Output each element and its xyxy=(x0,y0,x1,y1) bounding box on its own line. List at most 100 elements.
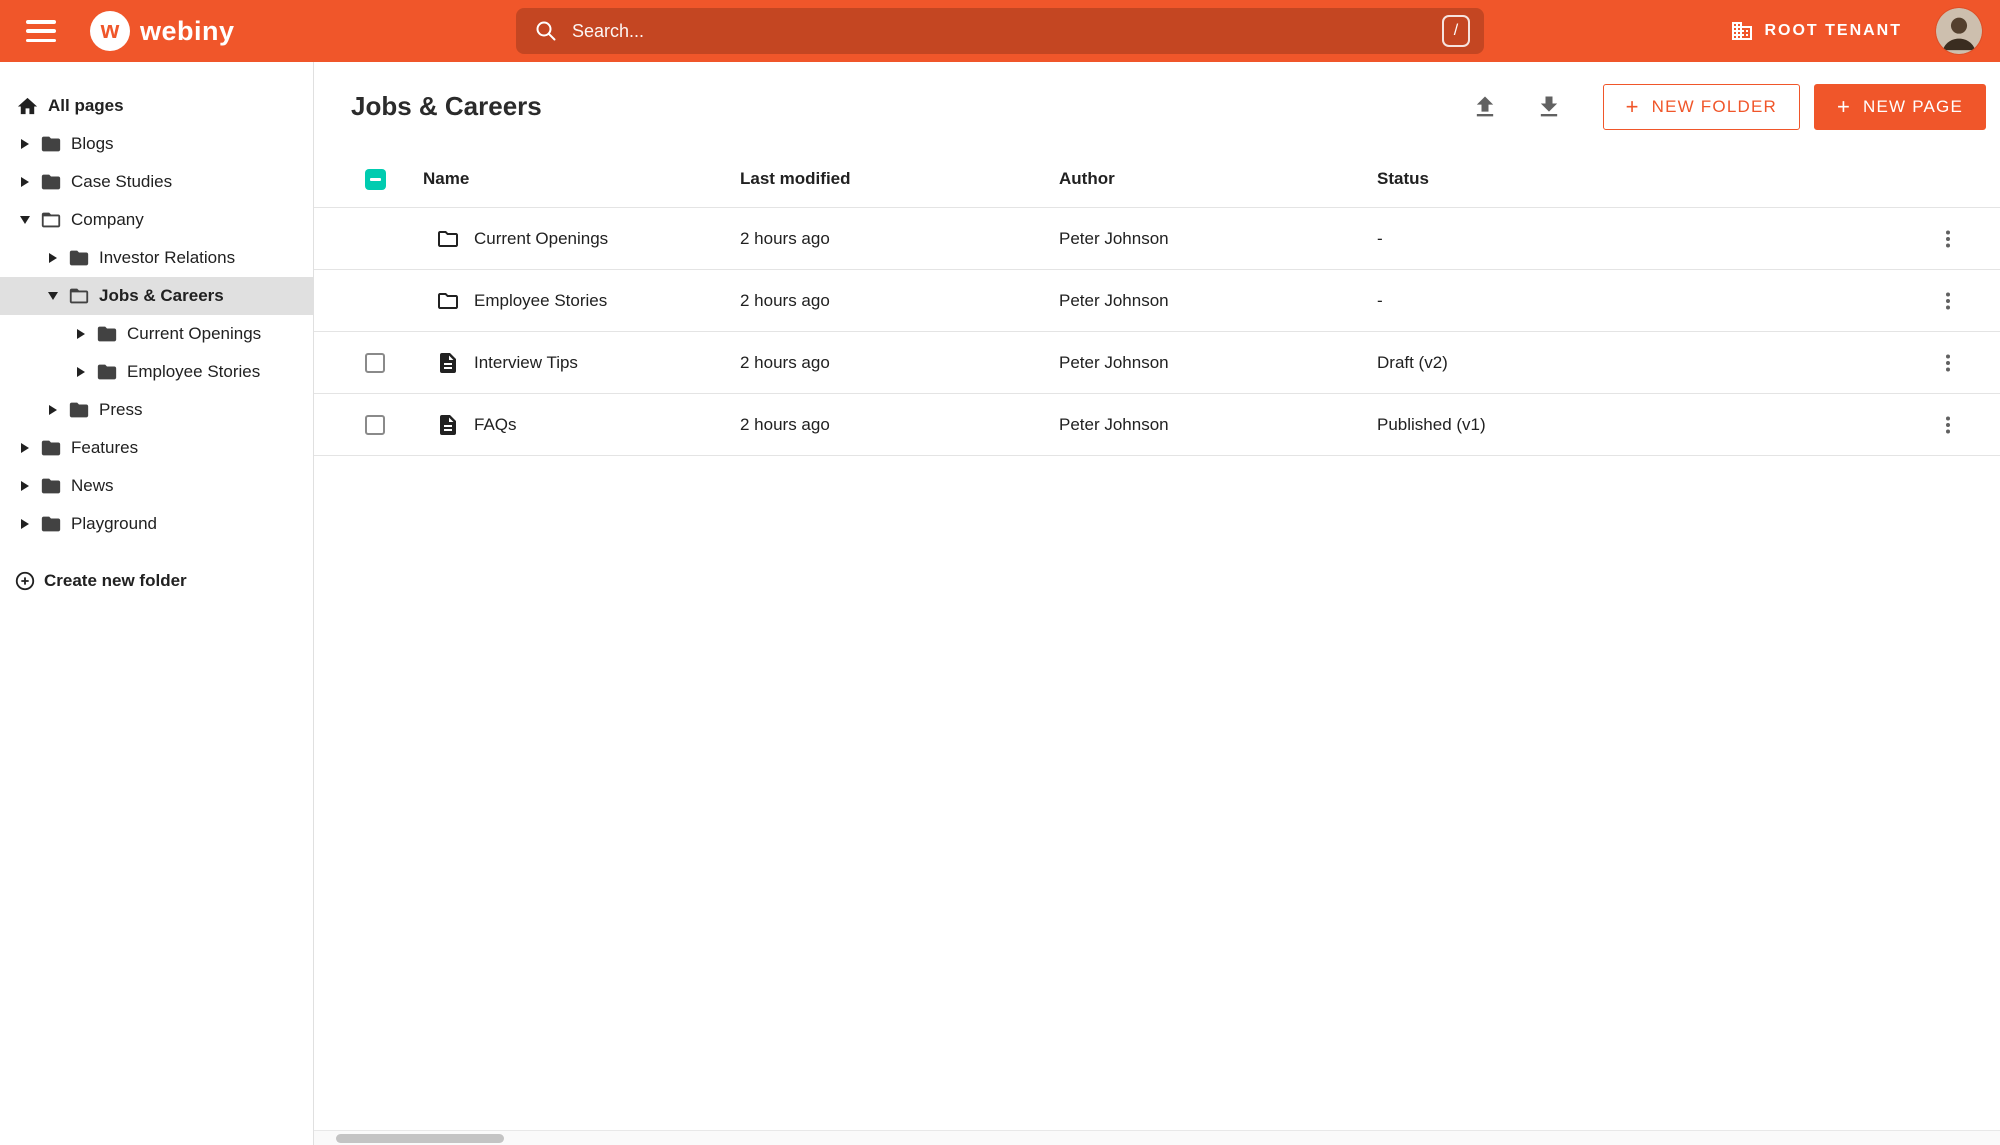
webiny-logo[interactable]: w webiny xyxy=(90,11,235,51)
plus-circle-icon xyxy=(14,570,36,592)
folder-icon xyxy=(68,399,90,421)
chevron-right-icon[interactable] xyxy=(16,177,34,187)
chevron-right-icon[interactable] xyxy=(16,519,34,529)
page-list-panel: Jobs & Careers + NEW FOLDER + NEW PAGE N… xyxy=(314,62,2000,1145)
sidebar-item-label: Current Openings xyxy=(127,324,262,343)
table-row[interactable]: FAQs 2 hours ago Peter Johnson Published… xyxy=(314,394,2000,456)
sidebar-item-label: Investor Relations xyxy=(99,248,236,267)
row-actions-menu-button[interactable] xyxy=(1932,285,1964,317)
folder-icon xyxy=(40,171,62,193)
menu-icon[interactable] xyxy=(26,20,56,42)
chevron-down-icon[interactable] xyxy=(16,216,34,224)
plus-icon: + xyxy=(1625,93,1640,119)
row-name: Interview Tips xyxy=(474,352,578,372)
row-modified: 2 hours ago xyxy=(740,414,830,434)
export-pages-button[interactable] xyxy=(1529,87,1569,127)
row-actions-menu-button[interactable] xyxy=(1932,223,1964,255)
sidebar-item-investor-relations[interactable]: Investor Relations xyxy=(0,239,313,277)
row-actions-menu-button[interactable] xyxy=(1932,347,1964,379)
row-author: Peter Johnson xyxy=(1059,228,1169,248)
table-row[interactable]: Employee Stories 2 hours ago Peter Johns… xyxy=(314,270,2000,332)
table-header-row: Name Last modified Author Status xyxy=(314,151,2000,208)
sidebar-item-case-studies[interactable]: Case Studies xyxy=(0,163,313,201)
search-icon xyxy=(534,19,558,43)
folder-icon xyxy=(436,227,460,251)
sidebar-item-news[interactable]: News xyxy=(0,467,313,505)
tenant-selector[interactable]: ROOT TENANT xyxy=(1730,19,1902,43)
select-all-checkbox[interactable] xyxy=(365,168,386,190)
top-bar: w webiny / ROOT TENANT xyxy=(0,0,2000,62)
row-modified: 2 hours ago xyxy=(740,228,830,248)
new-page-button[interactable]: + NEW PAGE xyxy=(1813,83,1986,130)
sidebar-item-label: Playground xyxy=(71,514,158,533)
create-folder-label: Create new folder xyxy=(44,571,187,590)
kebab-icon xyxy=(1936,413,1960,437)
sidebar-item-blogs[interactable]: Blogs xyxy=(0,125,313,163)
create-new-folder-button[interactable]: Create new folder xyxy=(0,562,313,600)
sidebar-item-current-openings[interactable]: Current Openings xyxy=(0,315,313,353)
pages-table: Name Last modified Author Status Current… xyxy=(314,151,2000,456)
row-modified: 2 hours ago xyxy=(740,352,830,372)
folder-icon xyxy=(96,323,118,345)
user-avatar[interactable] xyxy=(1936,8,1982,54)
sidebar-item-employee-stories[interactable]: Employee Stories xyxy=(0,353,313,391)
folder-icon xyxy=(96,361,118,383)
sidebar-item-all-pages[interactable]: All pages xyxy=(0,87,313,125)
chevron-right-icon[interactable] xyxy=(72,329,90,339)
horizontal-scrollbar xyxy=(314,1130,2000,1145)
sidebar-item-jobs-careers[interactable]: Jobs & Careers xyxy=(0,277,313,315)
building-icon xyxy=(1730,19,1754,43)
row-actions-menu-button[interactable] xyxy=(1932,409,1964,441)
upload-icon xyxy=(1471,93,1499,121)
new-folder-button[interactable]: + NEW FOLDER xyxy=(1602,83,1800,130)
chevron-down-icon[interactable] xyxy=(44,292,62,300)
search-bar[interactable]: / xyxy=(516,8,1484,54)
table-row[interactable]: Interview Tips 2 hours ago Peter Johnson… xyxy=(314,332,2000,394)
page-title: Jobs & Careers xyxy=(351,91,542,121)
chevron-right-icon[interactable] xyxy=(44,405,62,415)
kebab-icon xyxy=(1936,227,1960,251)
row-checkbox[interactable] xyxy=(365,414,385,435)
logo-mark: w xyxy=(90,11,130,51)
chevron-right-icon[interactable] xyxy=(16,443,34,453)
folder-tree-sidebar: All pages Blogs Case Studies Company Inv… xyxy=(0,62,314,1145)
folder-open-icon xyxy=(40,209,62,231)
folder-icon xyxy=(40,513,62,535)
row-name: Employee Stories xyxy=(474,290,608,310)
row-checkbox[interactable] xyxy=(365,352,385,373)
import-pages-button[interactable] xyxy=(1465,87,1505,127)
sidebar-item-label: Press xyxy=(99,400,143,419)
page-file-icon xyxy=(436,413,460,437)
scrollbar-thumb[interactable] xyxy=(336,1134,504,1143)
sidebar-item-playground[interactable]: Playground xyxy=(0,505,313,543)
plus-icon: + xyxy=(1836,93,1852,119)
folder-icon xyxy=(436,289,460,313)
page-file-icon xyxy=(436,351,460,375)
table-row[interactable]: Current Openings 2 hours ago Peter Johns… xyxy=(314,208,2000,270)
sidebar-item-press[interactable]: Press xyxy=(0,391,313,429)
sidebar-item-features[interactable]: Features xyxy=(0,429,313,467)
kebab-icon xyxy=(1936,351,1960,375)
chevron-right-icon[interactable] xyxy=(72,367,90,377)
folder-icon xyxy=(40,133,62,155)
search-input[interactable] xyxy=(572,20,1442,42)
folder-open-icon xyxy=(68,285,90,307)
home-icon xyxy=(16,95,39,118)
sidebar-item-label: Jobs & Careers xyxy=(99,286,224,305)
row-name: FAQs xyxy=(474,414,517,434)
row-author: Peter Johnson xyxy=(1059,290,1169,310)
chevron-right-icon[interactable] xyxy=(16,481,34,491)
chevron-right-icon[interactable] xyxy=(16,139,34,149)
sidebar-item-label: Case Studies xyxy=(71,172,173,191)
sidebar-item-label: Company xyxy=(71,210,144,229)
row-status: - xyxy=(1377,228,1383,248)
row-name: Current Openings xyxy=(474,228,609,248)
column-header-status: Status xyxy=(1377,169,1429,188)
row-author: Peter Johnson xyxy=(1059,352,1169,372)
sidebar-item-label: News xyxy=(71,476,114,495)
chevron-right-icon[interactable] xyxy=(44,253,62,263)
download-icon xyxy=(1535,93,1563,121)
avatar-image xyxy=(1936,8,1982,54)
column-header-modified: Last modified xyxy=(740,169,851,188)
sidebar-item-company[interactable]: Company xyxy=(0,201,313,239)
